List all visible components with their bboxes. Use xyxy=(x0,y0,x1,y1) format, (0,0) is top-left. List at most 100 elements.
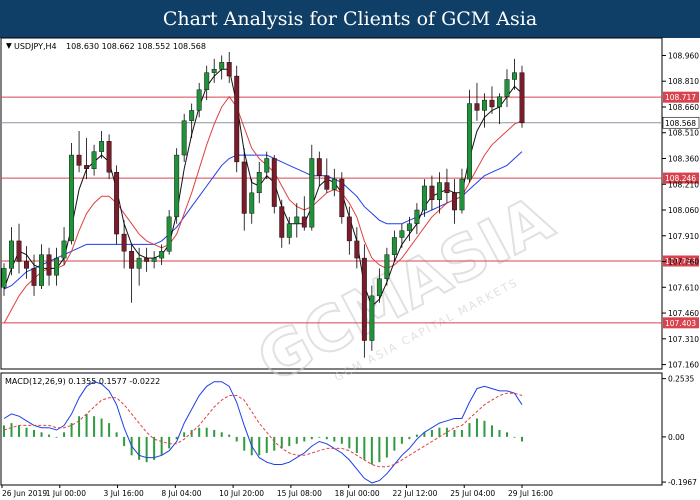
candle-bull xyxy=(294,216,300,224)
candle-bear xyxy=(16,240,22,262)
price-tick-label: 108.810 xyxy=(668,77,699,86)
chart-menu-marker[interactable]: ▼ xyxy=(6,41,12,50)
macd-histogram-bar xyxy=(460,430,463,437)
time-tick-label: 8 Jul 04:00 xyxy=(161,489,201,498)
macd-histogram-bar xyxy=(63,432,66,437)
candle-bull xyxy=(376,278,382,297)
time-tick-label: 15 Jul 08:00 xyxy=(277,489,322,498)
candle-bull xyxy=(399,230,405,238)
candle-bear xyxy=(429,185,435,200)
time-tick-label: 25 Jul 04:00 xyxy=(450,489,495,498)
macd-histogram-bar xyxy=(280,436,283,449)
candle-bear xyxy=(489,99,495,108)
candle-bear xyxy=(121,233,127,252)
candle-bull xyxy=(249,192,255,214)
macd-histogram-bar xyxy=(100,418,103,437)
candle-bull xyxy=(331,178,337,190)
candle-bull xyxy=(219,62,225,70)
macd-histogram-bar xyxy=(348,436,351,449)
price-tick-label: 107.910 xyxy=(668,232,699,241)
macd-histogram-bar xyxy=(273,436,276,451)
candle-bull xyxy=(211,68,217,73)
time-tick-label: 10 Jul 20:00 xyxy=(219,489,264,498)
candle-bear xyxy=(31,268,37,286)
candle-bear xyxy=(234,75,240,163)
ohlc-readout: 108.630 108.662 108.552 108.568 xyxy=(66,42,206,51)
candle-bull xyxy=(482,99,487,111)
macd-histogram-bar xyxy=(265,436,268,453)
macd-tick-label: 0.2535 xyxy=(668,375,694,384)
candle-bull xyxy=(436,182,442,200)
price-tick-label: 108.060 xyxy=(668,206,699,215)
macd-histogram-bar xyxy=(393,436,396,451)
candle-bull xyxy=(406,223,412,231)
macd-histogram-bar xyxy=(220,432,223,437)
candle-bear xyxy=(451,192,457,211)
candle-bull xyxy=(204,72,210,91)
macd-histogram-bar xyxy=(513,436,516,438)
macd-histogram-bar xyxy=(183,432,186,437)
macd-histogram-bar xyxy=(243,436,246,451)
macd-histogram-bar xyxy=(10,423,13,437)
candle-bear xyxy=(279,206,285,238)
chart-canvas: GCMASIA GCM ASIA CAPITAL MARKETS 108.717… xyxy=(0,37,700,498)
candle-bear xyxy=(24,261,29,269)
time-tick-label: 29 Jul 16:00 xyxy=(508,489,553,498)
macd-histogram-bar xyxy=(483,420,486,437)
candle-bull xyxy=(264,158,270,173)
macd-histogram-bar xyxy=(55,436,58,438)
macd-histogram-bar xyxy=(85,413,88,437)
macd-histogram-bar xyxy=(490,425,493,437)
macd-histogram-bar xyxy=(408,436,411,440)
candle-bull xyxy=(369,295,375,341)
candle-bull xyxy=(174,154,180,218)
candle-bull xyxy=(99,141,105,152)
candle-bear xyxy=(361,257,367,341)
candle-bull xyxy=(1,268,7,288)
candle-bull xyxy=(421,185,427,211)
candle-bear xyxy=(354,240,360,259)
macd-histogram-bar xyxy=(378,436,381,463)
candle-bear xyxy=(474,103,480,111)
price-tick-label: 108.510 xyxy=(668,129,699,138)
macd-histogram-bar xyxy=(48,434,51,437)
candle-bear xyxy=(316,158,322,176)
level-label: 107.403 xyxy=(665,319,696,328)
macd-histogram-bar xyxy=(295,436,298,444)
macd-histogram-bar xyxy=(363,436,366,460)
macd-tick-label: 0.00 xyxy=(668,433,685,442)
macd-histogram-bar xyxy=(33,430,36,437)
candle-bull xyxy=(309,158,315,228)
candle-bear xyxy=(324,175,330,190)
macd-histogram-bar xyxy=(438,427,441,437)
price-tick-label: 108.210 xyxy=(668,180,699,189)
candle-bull xyxy=(39,254,44,286)
candle-bear xyxy=(144,257,150,262)
candle-bear xyxy=(106,141,112,173)
candle-bear xyxy=(84,165,90,169)
price-tick-label: 107.460 xyxy=(668,309,699,318)
candle-bull xyxy=(54,257,60,276)
macd-histogram-bar xyxy=(355,436,358,453)
candle-bull xyxy=(286,223,292,238)
level-label: 108.717 xyxy=(665,93,696,102)
macd-histogram-bar xyxy=(468,423,471,437)
candle-bear xyxy=(301,216,307,228)
macd-histogram-bar xyxy=(108,423,111,437)
macd-histogram-bar xyxy=(228,434,231,437)
candle-bull xyxy=(391,237,397,255)
price-tick-label: 107.610 xyxy=(668,283,699,292)
time-tick-label: 1 Jul 00:00 xyxy=(46,489,86,498)
candle-bull xyxy=(159,251,165,259)
macd-histogram-bar xyxy=(521,436,523,442)
macd-histogram-bar xyxy=(303,436,306,442)
candle-bear xyxy=(241,161,247,214)
macd-histogram-bar xyxy=(18,425,21,437)
candle-bull xyxy=(61,240,67,259)
candle-bear xyxy=(339,178,345,218)
macd-histogram-bar xyxy=(415,434,418,437)
candle-bear xyxy=(519,72,525,123)
candle-bull xyxy=(497,96,502,108)
candle-bear xyxy=(271,158,277,207)
time-tick-label: 22 Jul 12:00 xyxy=(392,489,437,498)
